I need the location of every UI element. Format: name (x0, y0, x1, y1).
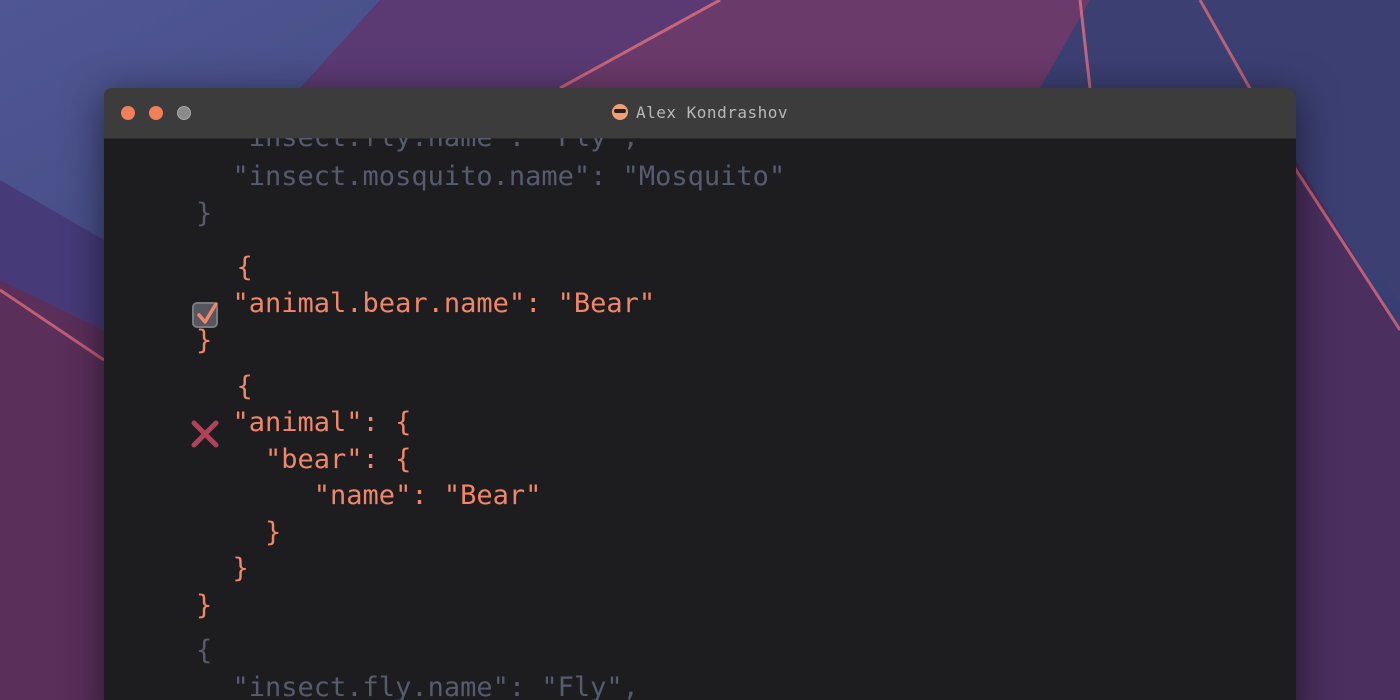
code-line: "animal": { (200, 407, 412, 438)
code-line: "insect.fly.name": "Fly", (200, 672, 639, 700)
window-title: Alex Kondrashov (104, 103, 1296, 122)
code-line: "animal.bear.name": "Bear" (200, 288, 656, 319)
code-line: } (196, 590, 213, 621)
code-line: } (196, 325, 213, 356)
code-line: "insect.mosquito.name": "Mosquito" (200, 161, 786, 192)
terminal-window: Alex Kondrashov "insect.fly.name": "Fly"… (104, 88, 1296, 700)
code-line: { (196, 635, 213, 666)
code-view: "insect.fly.name": "Fly", "insect.mosqui… (104, 138, 1296, 700)
code-line: } (200, 517, 282, 548)
window-titlebar[interactable]: Alex Kondrashov (104, 88, 1296, 139)
code-line: "insect.fly.name": "Fly", (200, 138, 639, 155)
code-line: "bear": { (200, 444, 412, 475)
code-line: "name": "Bear" (200, 480, 542, 511)
code-line: { (204, 371, 253, 402)
window-title-text: Alex Kondrashov (636, 103, 788, 122)
code-line: } (200, 553, 249, 584)
sunglasses-emoji-icon (612, 104, 628, 120)
code-line: { (204, 252, 253, 283)
code-line: } (196, 198, 213, 229)
